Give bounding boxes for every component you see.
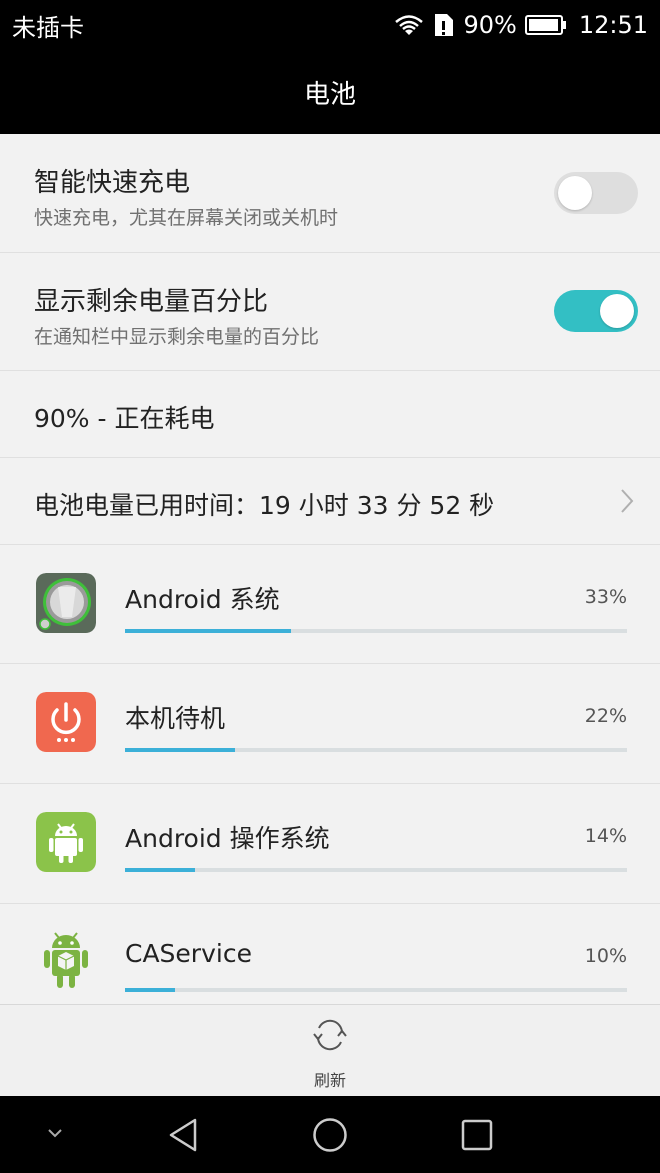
- refresh-label: 刷新: [313, 1071, 346, 1090]
- setting-subtitle: 在通知栏中显示剩余电量的百分比: [34, 326, 320, 348]
- app-row[interactable]: CAService 10%: [0, 904, 660, 1004]
- android-os-icon: [36, 812, 96, 872]
- clock: 12:51: [578, 11, 648, 39]
- settings-list: 智能快速充电 快速充电，尤其在屏幕关闭或关机时 显示剩余电量百分比 在通知栏中显…: [0, 134, 660, 1004]
- navigation-bar: [0, 1096, 660, 1173]
- home-icon[interactable]: [311, 1116, 349, 1158]
- setting-fast-charge[interactable]: 智能快速充电 快速充电，尤其在屏幕关闭或关机时: [0, 134, 660, 253]
- app-name: Android 操作系统: [125, 824, 330, 853]
- app-percent: 14%: [584, 825, 627, 847]
- refresh-button[interactable]: 刷新: [290, 1015, 370, 1095]
- app-name: Android 系统: [125, 585, 280, 614]
- bottom-action-bar: 刷新: [0, 1004, 660, 1096]
- recents-icon[interactable]: [458, 1116, 496, 1158]
- fast-charge-toggle[interactable]: [554, 172, 638, 214]
- usage-bar-fill: [125, 629, 291, 633]
- refresh-icon: [310, 1015, 350, 1059]
- title-bar: 电池: [0, 50, 660, 134]
- power-standby-icon: [36, 692, 96, 752]
- chevron-down-icon[interactable]: [42, 1124, 68, 1148]
- setting-title: 智能快速充电: [34, 168, 191, 198]
- app-percent: 10%: [584, 945, 627, 967]
- usage-bar-fill: [125, 748, 236, 752]
- battery-percent: 90%: [463, 11, 517, 39]
- usage-bar: [125, 748, 627, 752]
- chevron-right-icon: [620, 488, 634, 518]
- app-name: CAService: [125, 939, 252, 968]
- setting-show-percent[interactable]: 显示剩余电量百分比 在通知栏中显示剩余电量的百分比: [0, 253, 660, 371]
- carrier-label: 未插卡: [12, 13, 84, 42]
- android-system-icon: [36, 573, 96, 633]
- no-sim-icon: [433, 12, 455, 38]
- battery-icon: [524, 14, 567, 36]
- toggle-knob: [558, 176, 592, 210]
- status-bar: 未插卡 90% 12:51: [0, 0, 660, 50]
- page-title: 电池: [303, 79, 356, 110]
- wifi-icon: [393, 13, 425, 37]
- caservice-icon: [36, 928, 96, 988]
- usage-bar-fill: [125, 868, 196, 872]
- usage-bar: [125, 868, 627, 872]
- back-icon[interactable]: [165, 1116, 201, 1158]
- battery-status-row: 90% - 正在耗电: [0, 371, 660, 458]
- app-name: 本机待机: [125, 704, 226, 733]
- usage-bar: [125, 629, 627, 633]
- toggle-knob: [600, 294, 634, 328]
- show-percent-toggle[interactable]: [554, 290, 638, 332]
- battery-status: 90% - 正在耗电: [34, 404, 215, 433]
- usage-bar: [125, 988, 627, 992]
- app-percent: 22%: [584, 705, 627, 727]
- app-percent: 33%: [584, 586, 627, 608]
- app-row[interactable]: Android 系统 33%: [0, 545, 660, 664]
- usage-time-row[interactable]: 电池电量已用时间：19 小时 33 分 52 秒: [0, 458, 660, 545]
- usage-bar-fill: [125, 988, 176, 992]
- setting-title: 显示剩余电量百分比: [34, 287, 269, 317]
- app-row[interactable]: 本机待机 22%: [0, 664, 660, 784]
- app-row[interactable]: Android 操作系统 14%: [0, 784, 660, 904]
- setting-subtitle: 快速充电，尤其在屏幕关闭或关机时: [34, 207, 339, 229]
- usage-time: 电池电量已用时间：19 小时 33 分 52 秒: [34, 491, 495, 520]
